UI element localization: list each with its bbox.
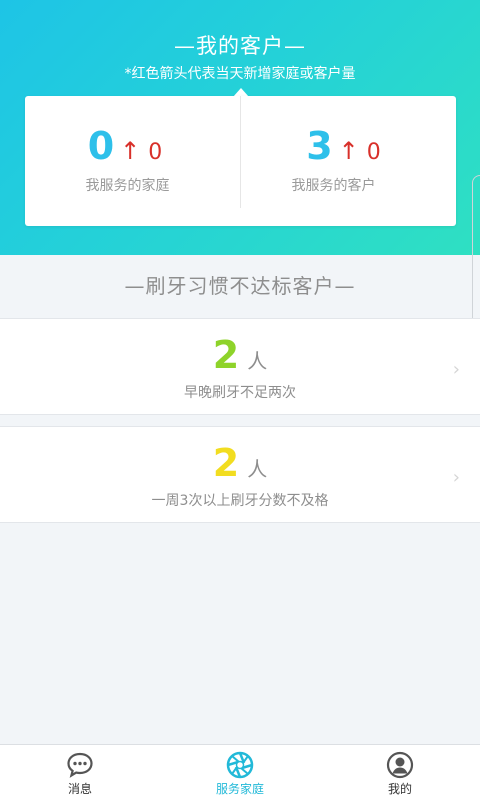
tab-service-families[interactable]: 服务家庭 [160,745,320,800]
habit-count: 2 [212,441,240,485]
bottom-tab-bar: 消息 服务家庭 我的 [0,744,480,800]
stat-customers[interactable]: 3 ↑ 0 我服务的客户 [241,96,456,226]
chevron-right-icon: › [452,467,460,488]
tab-label: 消息 [67,782,92,796]
stat-customers-new: 0 [366,140,381,165]
habit-description: 一周3次以上刷牙分数不及格 [151,493,329,509]
page-title: —我的客户— [174,34,306,58]
chevron-right-icon: › [452,359,460,380]
habit-unit: 人 [247,457,268,481]
tab-label: 服务家庭 [215,782,264,796]
stat-families[interactable]: 0 ↑ 0 我服务的家庭 [25,96,240,226]
tab-label: 我的 [387,782,412,796]
habit-card-weekly-score[interactable]: 2 人 一周3次以上刷牙分数不及格 › [0,426,480,523]
stat-families-value: 0 [87,124,115,168]
stat-families-new: 0 [148,140,163,165]
habit-description: 早晚刷牙不足两次 [184,385,296,401]
stat-families-label: 我服务的家庭 [85,178,170,194]
tab-messages[interactable]: 消息 [0,745,160,800]
section-title: —刷牙习惯不达标客户— [124,274,356,298]
stat-customers-value: 3 [306,124,333,168]
user-avatar-icon [386,751,414,779]
habit-unit: 人 [247,349,268,373]
up-arrow-icon: ↑ [120,137,141,165]
aperture-icon [226,751,254,779]
stat-customers-label: 我服务的客户 [291,178,376,194]
habit-count: 2 [212,333,240,377]
chat-bubble-icon [67,752,93,778]
header-subtitle: *红色箭头代表当天新增家庭或客户量 [124,66,356,82]
header-banner: —我的客户— *红色箭头代表当天新增家庭或客户量 0 ↑ 0 我服务的家庭 3 … [0,0,480,255]
tab-mine[interactable]: 我的 [320,745,480,800]
stats-card: 0 ↑ 0 我服务的家庭 3 ↑ 0 我服务的客户 [25,96,456,226]
habit-card-twice-daily[interactable]: 2 人 早晚刷牙不足两次 › [0,318,480,415]
up-arrow-icon: ↑ [338,137,359,165]
